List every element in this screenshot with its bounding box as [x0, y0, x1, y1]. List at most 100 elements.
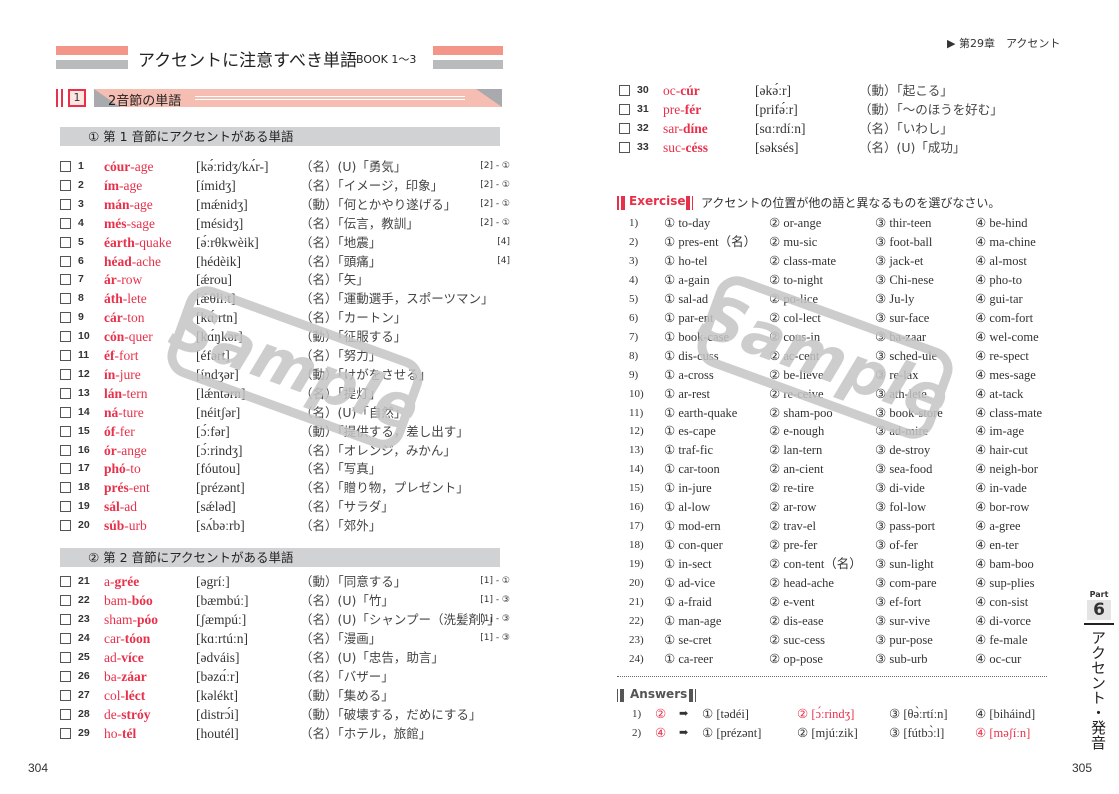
entry-word: cóur-age [104, 157, 153, 176]
accented-syllable: záar [121, 669, 147, 684]
option: ① man-age [664, 613, 722, 628]
exercise-item: 12) ① es-cape ② e-nough ③ ad-mire ④ im-age [0, 422, 1119, 441]
option: ② or-ange [769, 216, 822, 230]
checkbox[interactable] [60, 671, 71, 682]
option: ③ sub-urb [875, 651, 928, 666]
exercise-item: 14) ① car-toon ② an-cient ③ sea-food ④ neigh… [0, 460, 1119, 479]
accented-syllable: céss [685, 140, 709, 155]
answer-option: ④ [biháind] [975, 707, 1036, 721]
meaning: （名）「イメージ，印象」 [300, 177, 444, 193]
option: ④ ma-chine [975, 234, 1036, 249]
syllable: sar- [663, 121, 683, 136]
checkbox[interactable] [619, 104, 630, 115]
option: ④ a-gree [975, 519, 1021, 534]
exercise-item: 22) ① man-age ② dis-ease ③ sur-vive ④ di-vor… [0, 612, 1119, 631]
meaning: （動）「何とかやり遂げる」 [300, 196, 457, 212]
option: ④ im-age [975, 424, 1025, 439]
word-entry: 30 oc-cúr [əkə́ːr] （動）「起こる」 [619, 81, 1069, 100]
divider [617, 676, 1047, 677]
accented-syllable: ím [104, 177, 119, 193]
option: ④ di-vorce [975, 613, 1031, 628]
option: ③ thir-teen [875, 216, 932, 230]
phonetic: [əkə́ːr] [755, 83, 791, 98]
option: ③ sur-vive [875, 613, 931, 628]
option: ④ pho-to [975, 272, 1022, 287]
meaning: （名）「いわし」 [859, 121, 953, 136]
checkbox[interactable] [60, 161, 71, 172]
option: ② op-pose [769, 651, 823, 666]
checkbox[interactable] [619, 123, 630, 134]
checkbox[interactable] [60, 690, 71, 701]
option: ③ Chi-nese [875, 272, 934, 287]
syllable: -age [130, 159, 154, 174]
option: ④ neigh-bor [975, 462, 1038, 477]
option: ① ad-vice [664, 576, 716, 591]
exercise-item: 11) ① earth-quake ② sham-poo ③ book-store ④ … [0, 404, 1119, 423]
option: ① con-quer [664, 538, 723, 553]
exercise-item: 23) ① se-cret ② suc-cess ③ pur-pose ④ fe-mal… [0, 631, 1119, 650]
item-number: 11) [629, 406, 644, 419]
reference: [2] - ① [480, 161, 510, 171]
title-deco [433, 60, 503, 69]
option: ① car-toon [664, 462, 720, 477]
exercise-item: 6) ① par-ent ② col-lect ③ sur-face ④ com-for… [0, 309, 1119, 328]
answer-option: ① [tədéi] [702, 707, 749, 721]
option: ④ in-vade [975, 481, 1027, 496]
meaning: （動）「集める」 [300, 688, 394, 703]
section-title: 2音節の単語 [108, 94, 182, 109]
option: ④ bor-row [975, 500, 1030, 515]
option: ① mod-ern [664, 519, 721, 534]
checkbox[interactable] [60, 198, 71, 210]
option: ④ al-most [975, 253, 1027, 268]
checkbox[interactable] [619, 85, 630, 96]
item-number: 1) [629, 217, 639, 229]
answer-option: ③ [fútbɔ̀ːl] [889, 726, 945, 740]
page-number-right: 305 [1072, 761, 1093, 775]
answer-option: ② [ɔ́ːrindʒ] [797, 707, 855, 721]
option: ① a-fraid [664, 595, 712, 609]
phonetic: [səksés] [755, 140, 799, 155]
option: ③ jack-et [875, 253, 924, 268]
item-number: 12) [629, 425, 644, 438]
exercise-item: 18) ① con-quer ② pre-fer ③ of-fer ④ en-ter [0, 536, 1119, 555]
answer-choice: ④ [655, 726, 667, 740]
option: ① pres-ent（名） [664, 234, 757, 249]
option: ① al-low [664, 500, 711, 515]
item-number: 8) [629, 349, 639, 362]
option: ④ com-fort [975, 310, 1034, 325]
accented-syllable: cúr [680, 83, 700, 98]
checkbox[interactable] [60, 179, 71, 191]
checkbox[interactable] [619, 142, 630, 153]
option: ① a-cross [664, 367, 714, 382]
answer-option: ③ [θə̀ːrtíːn] [889, 707, 948, 721]
arrow-icon: ➡ [679, 727, 689, 739]
item-number: 14) [629, 463, 644, 476]
meaning: （名）(U)「勇気」 [300, 159, 407, 174]
option: ② re-tire [769, 481, 814, 496]
entry-number: 2 [78, 178, 84, 191]
option: ② class-mate [769, 253, 837, 268]
arrow-icon: ➡ [679, 708, 689, 720]
word-entry: 27 col-léct [kəlékt] （動）「集める」 [60, 686, 510, 705]
exercise-item: 15) ① in-jure ② re-tire ③ di-vide ④ in-vade [0, 479, 1119, 498]
entry-number: 27 [78, 689, 90, 701]
option: ② dis-ease [769, 613, 824, 628]
entry-number: 33 [637, 141, 649, 153]
entry-word: sar-díne [663, 119, 708, 138]
entry-word: ba-záar [104, 667, 147, 686]
option: ④ gui-tar [975, 291, 1023, 306]
part-label: Part [1089, 590, 1109, 599]
entry-number: 31 [637, 103, 649, 115]
entry-word: suc-céss [663, 138, 708, 157]
meaning: （動）「起こる」 [859, 83, 953, 98]
entry-number: 26 [78, 670, 90, 682]
item-number: 4) [629, 273, 639, 286]
option: ① in-sect [664, 557, 712, 572]
exercise-item: 2) ① pres-ent（名） ② mu-sic ③ foot-ball ④ ma-c… [0, 233, 1119, 252]
exercise-item: 4) ① a-gain ② to-night ③ Chi-nese ④ pho-to [0, 271, 1119, 290]
option: ③ com-pare [875, 576, 937, 591]
exercise-item: 3) ① ho-tel ② class-mate ③ jack-et ④ al-most [0, 252, 1119, 271]
exercise-item: 19) ① in-sect ② con-tent（名） ③ sun-light ④ ba… [0, 555, 1119, 574]
exercise-item: 17) ① mod-ern ② trav-el ③ pass-port ④ a-gree [0, 517, 1119, 536]
page-title-sub: BOOK 1〜3 [356, 53, 417, 66]
